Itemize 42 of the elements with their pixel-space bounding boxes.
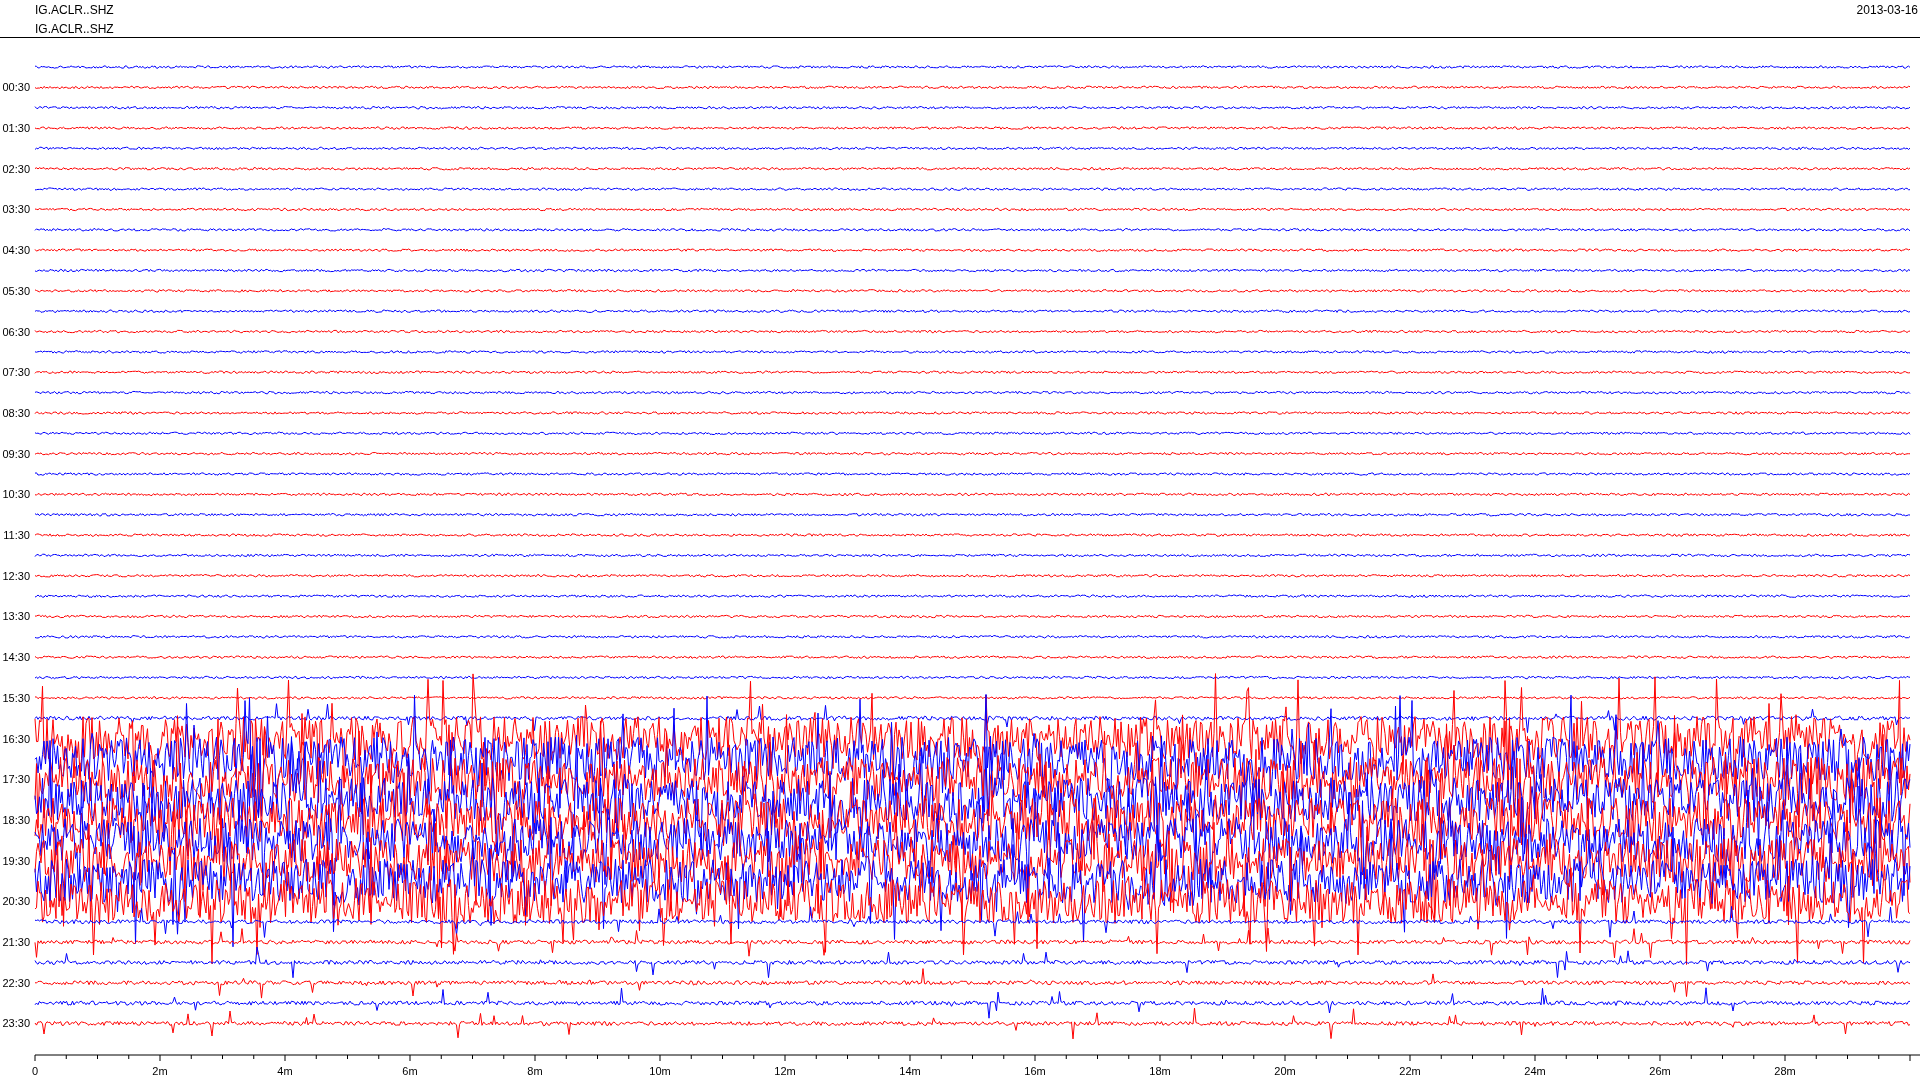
time-label: 10:30 [2, 488, 30, 501]
time-label: 17:30 [2, 773, 30, 786]
time-label: 12:30 [2, 569, 30, 582]
time-label: 18:30 [2, 813, 30, 826]
axis-tick-label: 6m [402, 1065, 418, 1077]
time-label: 19:30 [2, 854, 30, 867]
time-label: 02:30 [2, 162, 30, 175]
time-label: 21:30 [2, 936, 30, 949]
axis-tick-label: 28m [1774, 1065, 1796, 1077]
axis-tick-label: 2m [152, 1065, 168, 1077]
axis-tick-label: 12m [774, 1065, 796, 1077]
axis-tick-label: 14m [899, 1065, 921, 1077]
time-label: 14:30 [2, 651, 30, 664]
axis-tick-label: 16m [1024, 1065, 1046, 1077]
time-label: 15:30 [2, 691, 30, 704]
time-label: 04:30 [2, 244, 30, 257]
axis-tick-label: 0 [31, 1065, 39, 1077]
time-label: 03:30 [2, 203, 30, 216]
axis-tick-label: 18m [1149, 1065, 1171, 1077]
time-label: 13:30 [2, 610, 30, 623]
time-label: 08:30 [2, 406, 30, 419]
axis-tick-label: 24m [1524, 1065, 1546, 1077]
time-label: 23:30 [2, 1017, 30, 1030]
time-label: 20:30 [2, 895, 30, 908]
station-label: IG.ACLR..SHZ [35, 21, 114, 38]
time-label: 00:30 [2, 81, 30, 94]
axis-tick-label: 20m [1274, 1065, 1296, 1077]
time-label: 05:30 [2, 284, 30, 297]
time-label: 16:30 [2, 732, 30, 745]
axis-tick-label: 8m [527, 1065, 543, 1077]
time-label: 07:30 [2, 366, 30, 379]
time-label: 22:30 [2, 976, 30, 989]
date-label: 2013-03-16 [1856, 2, 1918, 19]
time-label: 01:30 [2, 122, 30, 135]
axis-tick-label: 4m [277, 1065, 293, 1077]
axis-tick-label: 10m [649, 1065, 671, 1077]
time-label: 11:30 [3, 529, 30, 542]
axis-tick-label: 26m [1649, 1065, 1671, 1077]
station-label: IG.ACLR..SHZ [35, 2, 114, 19]
time-label: 06:30 [2, 325, 30, 338]
axis-tick-label: 22m [1399, 1065, 1421, 1077]
time-label: 09:30 [2, 447, 30, 460]
